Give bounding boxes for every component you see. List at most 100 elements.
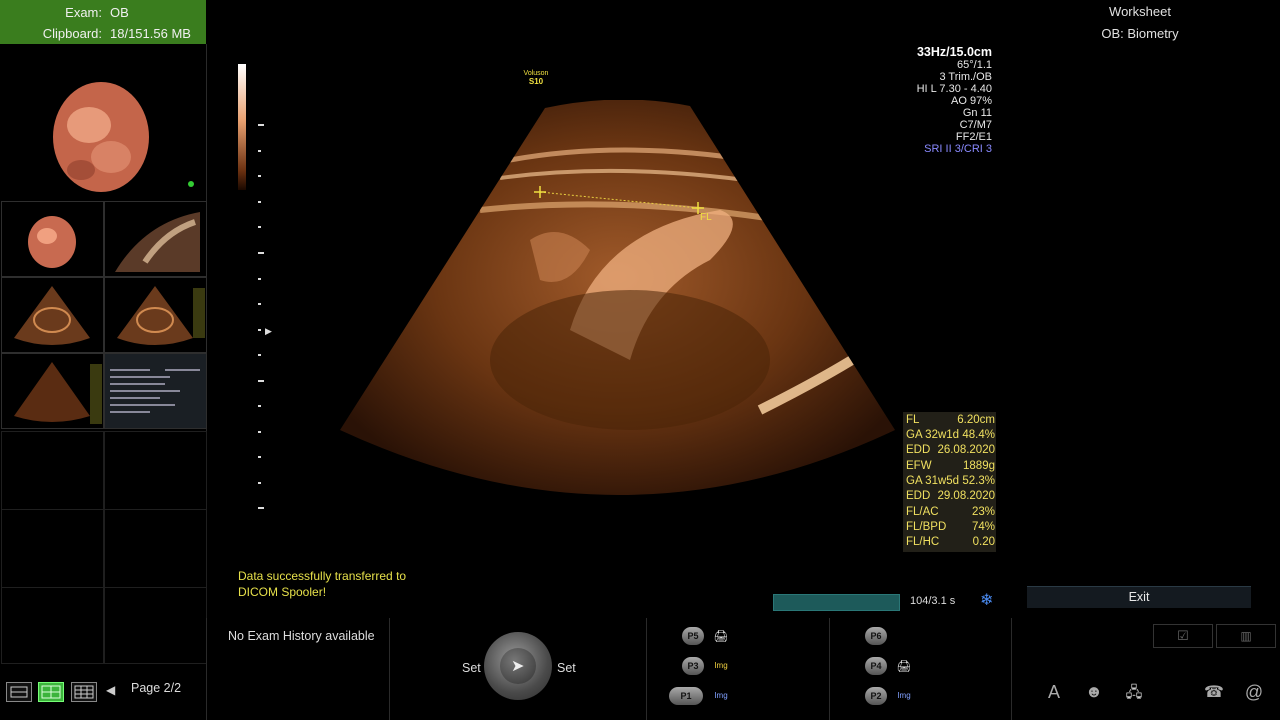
thumbnail-5-image bbox=[105, 278, 206, 352]
thumbnail-6[interactable] bbox=[1, 353, 104, 429]
layout-single-icon bbox=[10, 686, 28, 698]
p3-button[interactable]: P3 bbox=[682, 657, 704, 675]
empty-slot bbox=[1, 587, 104, 664]
p6-button[interactable]: P6 bbox=[865, 627, 887, 645]
measurement-value: 1889g bbox=[963, 460, 995, 472]
exam-header: Exam: OB Clipboard: 18/151.56 MB bbox=[0, 0, 206, 44]
measurement-value: 6.20cm bbox=[957, 414, 995, 426]
save-image-icon[interactable]: Img bbox=[894, 687, 914, 705]
measurement-value: 48.4% bbox=[962, 429, 995, 441]
frequency-depth: 33Hz/15.0cm bbox=[916, 45, 992, 59]
printer-icon[interactable]: 🖨 bbox=[711, 627, 731, 645]
thumbnail-5[interactable] bbox=[104, 277, 207, 353]
layout-grid-large-button[interactable] bbox=[71, 682, 97, 702]
clipboard-value: 18/151.56 MB bbox=[110, 26, 191, 41]
thumbnail-2[interactable] bbox=[1, 201, 104, 277]
email-icon[interactable]: @ bbox=[1241, 682, 1267, 703]
cine-counter: 104/3.1 s bbox=[910, 595, 956, 607]
layout-grid-large-icon bbox=[74, 685, 94, 699]
exam-history-status: No Exam History available bbox=[228, 629, 375, 643]
depth-tick bbox=[258, 431, 261, 433]
trackball-right-label: Set bbox=[557, 661, 576, 675]
exam-label: Exam: bbox=[65, 5, 102, 20]
measurement-key: FL bbox=[906, 414, 920, 426]
exit-button[interactable]: Exit bbox=[1027, 586, 1251, 608]
layout-single-button[interactable] bbox=[6, 682, 32, 702]
measurement-value: 23% bbox=[971, 506, 995, 518]
checklist-button[interactable]: ☑ bbox=[1153, 624, 1213, 648]
status-line2: DICOM Spooler! bbox=[238, 585, 327, 599]
empty-slot bbox=[1, 509, 104, 588]
page-back-arrow-icon[interactable]: ◀ bbox=[106, 683, 115, 697]
preset-param: 3 Trim./OB bbox=[939, 71, 992, 83]
worksheet-title[interactable]: Worksheet bbox=[1055, 4, 1225, 19]
focus-marker-icon: ▶ bbox=[265, 326, 272, 336]
empty-slot bbox=[104, 587, 207, 664]
depth-tick bbox=[258, 354, 261, 356]
network-icon[interactable]: 🖧 bbox=[1121, 682, 1147, 707]
depth-tick bbox=[258, 124, 264, 126]
depth-tick bbox=[258, 456, 261, 458]
p5-button[interactable]: P5 bbox=[682, 627, 704, 645]
measurement-key: FL/AC bbox=[906, 506, 939, 518]
snowflake-icon[interactable]: ❄ bbox=[980, 590, 993, 610]
map-param: C7/M7 bbox=[959, 119, 992, 131]
graph-button[interactable]: ▥ bbox=[1216, 624, 1276, 648]
p4-button[interactable]: P4 bbox=[865, 657, 887, 675]
acoustic-output: AO 97% bbox=[951, 95, 992, 107]
measurement-row: FL/BPD 74% bbox=[906, 521, 995, 536]
divider bbox=[389, 618, 390, 720]
empty-slot bbox=[104, 431, 207, 510]
empty-slot bbox=[104, 509, 207, 588]
depth-tick bbox=[258, 278, 261, 280]
divider bbox=[829, 618, 830, 720]
thumbnail-7-worksheet[interactable] bbox=[104, 353, 207, 429]
caliper-label: FL bbox=[700, 212, 712, 223]
annotation-text-icon[interactable]: A bbox=[1041, 682, 1067, 703]
measurement-value: 26.08.2020 bbox=[937, 444, 995, 456]
measurement-value: 52.3% bbox=[962, 475, 995, 487]
user-face-icon[interactable]: ☻ bbox=[1081, 682, 1107, 702]
depth-tick bbox=[258, 150, 261, 152]
harmonic-param: HI L 7.30 - 4.40 bbox=[916, 83, 992, 95]
depth-tick bbox=[258, 482, 261, 484]
measurement-row: GA 31w5d 52.3% bbox=[906, 475, 995, 490]
thumbnail-3-image bbox=[105, 202, 206, 276]
phone-icon[interactable]: ☎ bbox=[1201, 682, 1227, 702]
ultrasound-image[interactable] bbox=[330, 100, 900, 520]
depth-tick bbox=[258, 329, 261, 331]
angle-param: 65°/1.1 bbox=[957, 59, 992, 71]
thumbnail-3[interactable] bbox=[104, 201, 207, 277]
exam-value: OB bbox=[110, 5, 129, 20]
cursor-arrow-icon: ➤ bbox=[511, 658, 525, 675]
measurement-key: EDD bbox=[906, 444, 931, 456]
image-export-icon[interactable]: Img bbox=[711, 657, 731, 675]
thumbnail-6-image bbox=[2, 354, 103, 428]
worksheet-subtitle[interactable]: OB: Biometry bbox=[1055, 26, 1225, 41]
bar-chart-icon: ▥ bbox=[1240, 629, 1252, 643]
save-image-icon[interactable]: Img bbox=[711, 687, 731, 705]
p2-button[interactable]: P2 bbox=[865, 687, 887, 705]
measurement-row: FL/AC 23% bbox=[906, 506, 995, 521]
measurement-row: GA 32w1d 48.4% bbox=[906, 429, 995, 444]
measurement-key: GA 32w1d bbox=[906, 429, 960, 441]
cine-progress-bar[interactable] bbox=[773, 594, 900, 611]
imaging-parameters: 33Hz/15.0cm 65°/1.1 3 Trim./OB HI L 7.30… bbox=[880, 45, 992, 155]
probe-label: Voluson S10 bbox=[516, 70, 556, 86]
p1-button[interactable]: P1 bbox=[669, 687, 703, 705]
depth-tick bbox=[258, 175, 261, 177]
thumbnail-4[interactable] bbox=[1, 277, 104, 353]
thumbnail-2-image bbox=[2, 202, 103, 276]
measurement-value: 0.20 bbox=[972, 536, 995, 548]
color-printer-icon[interactable]: 🖨 bbox=[894, 657, 914, 675]
layout-grid-button[interactable] bbox=[38, 682, 64, 702]
divider bbox=[206, 618, 207, 720]
gain-param: Gn 11 bbox=[962, 107, 992, 119]
layout-grid-icon bbox=[41, 685, 61, 699]
depth-tick bbox=[258, 507, 264, 509]
status-message: Data successfully transferred to DICOM S… bbox=[238, 568, 406, 600]
depth-tick bbox=[258, 201, 261, 203]
measurement-results: FL 6.20cm GA 32w1d 48.4% EDD 26.08.2020 EFW… bbox=[903, 412, 996, 552]
measurement-key: FL/HC bbox=[906, 536, 940, 548]
depth-tick bbox=[258, 226, 261, 228]
